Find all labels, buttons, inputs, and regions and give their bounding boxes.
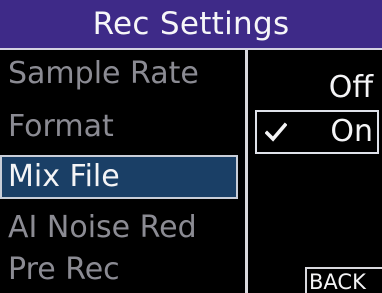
menu-item-label: AI Noise Red <box>8 210 197 245</box>
option-label: Off <box>328 70 373 105</box>
rec-settings-screen: Rec Settings Sample Rate Format Mix File… <box>0 0 382 293</box>
menu-item-sample-rate[interactable]: Sample Rate <box>0 52 238 96</box>
panel-divider <box>245 50 248 293</box>
back-button-label: BACK <box>309 270 366 293</box>
checkmark-icon <box>265 122 287 142</box>
menu-item-label: Sample Rate <box>8 56 199 91</box>
menu-item-ai-noise-red[interactable]: AI Noise Red <box>0 206 238 250</box>
title-bar: Rec Settings <box>0 0 382 50</box>
option-on[interactable]: On <box>255 110 379 154</box>
menu-item-label: Format <box>8 109 114 144</box>
menu-item-pre-rec[interactable]: Pre Rec <box>0 248 238 292</box>
menu-item-mix-file[interactable]: Mix File <box>0 155 238 199</box>
option-label: On <box>330 114 373 149</box>
option-off[interactable]: Off <box>255 66 379 110</box>
menu-item-format[interactable]: Format <box>0 105 238 149</box>
menu-item-label: Pre Rec <box>8 252 120 287</box>
page-title: Rec Settings <box>92 6 290 42</box>
menu-item-label: Mix File <box>8 159 120 194</box>
back-button[interactable]: BACK <box>305 267 382 293</box>
